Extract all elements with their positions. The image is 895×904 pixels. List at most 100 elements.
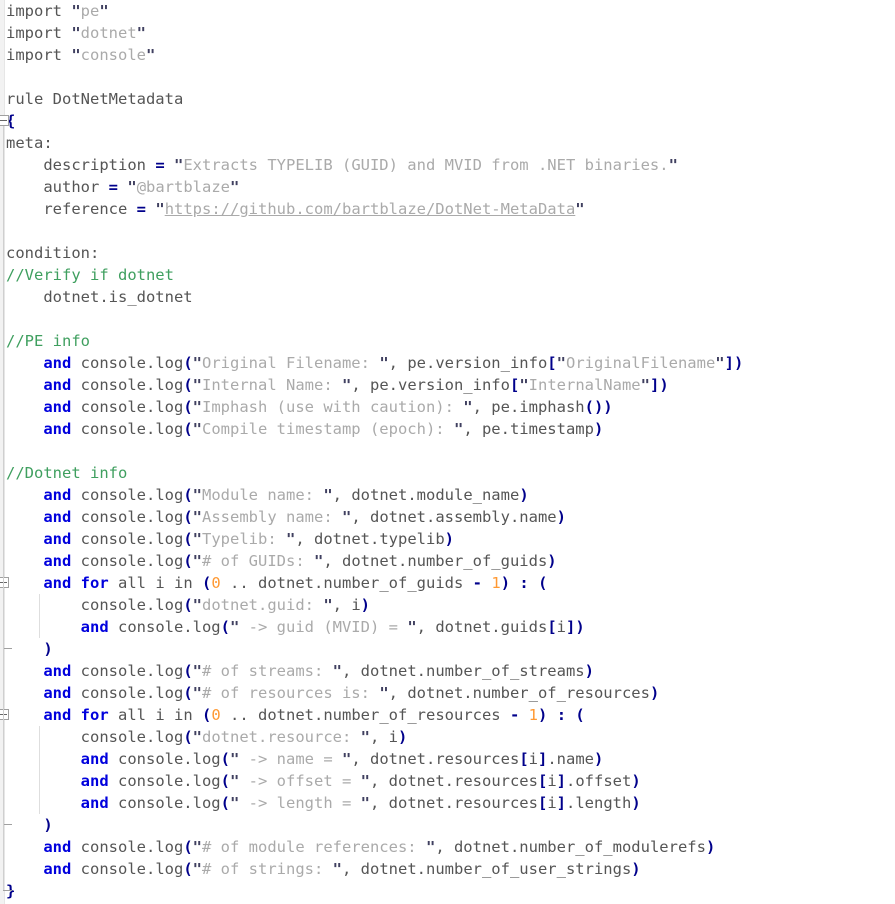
- code-line[interactable]: and console.log("# of resources is: ", d…: [0, 682, 895, 704]
- token-quote: ": [229, 794, 240, 812]
- token-plain: import: [6, 24, 72, 42]
- code-line[interactable]: and console.log(" -> offset = ", dotnet.…: [0, 770, 895, 792]
- token-quote: ": [136, 24, 147, 42]
- code-line[interactable]: dotnet.is_dotnet: [0, 286, 895, 308]
- token-str: InternalName: [528, 376, 641, 394]
- code-line[interactable]: //Verify if dotnet: [0, 264, 895, 286]
- token-plain: , dotnet.number_of_user_strings: [342, 860, 632, 878]
- token-kw: and: [43, 420, 72, 438]
- token-kw: and: [43, 552, 72, 570]
- token-quote: ": [332, 662, 342, 680]
- code-line[interactable]: console.log("dotnet.resource: ", i): [0, 726, 895, 748]
- code-line[interactable]: and console.log("Assembly name: ", dotne…: [0, 506, 895, 528]
- token-quote: ": [360, 772, 370, 790]
- token-str: pe: [80, 2, 100, 20]
- code-line[interactable]: console.log("dotnet.guid: ", i): [0, 594, 895, 616]
- token-punct: ): [397, 728, 408, 746]
- token-punct: ): [631, 772, 641, 790]
- token-str: console: [80, 46, 146, 64]
- fold-end-marker: [3, 824, 12, 825]
- fold-collapse-icon[interactable]: [0, 577, 9, 588]
- token-str: @bartblaze: [136, 178, 231, 196]
- token-plain: console.log: [71, 860, 184, 878]
- token-punct: (: [183, 508, 193, 526]
- code-line[interactable]: ): [0, 638, 895, 660]
- token-quote: ": [715, 354, 725, 372]
- code-line[interactable]: and console.log(" -> length = ", dotnet.…: [0, 792, 895, 814]
- token-quote: ": [192, 376, 202, 394]
- code-line[interactable]: and console.log(" -> name = ", dotnet.re…: [0, 748, 895, 770]
- token-punct: [: [547, 618, 557, 636]
- code-line[interactable]: import "pe": [0, 0, 895, 22]
- code-line[interactable]: //PE info: [0, 330, 895, 352]
- code-line[interactable]: [0, 220, 895, 242]
- code-line[interactable]: condition:: [0, 242, 895, 264]
- code-line[interactable]: and console.log(" -> guid (MVID) = ", do…: [0, 616, 895, 638]
- code-line[interactable]: import "console": [0, 44, 895, 66]
- token-punct: ): [547, 552, 557, 570]
- fold-collapse-icon[interactable]: [0, 115, 9, 126]
- code-line[interactable]: ): [0, 814, 895, 836]
- fold-end-marker: [3, 890, 12, 891]
- code-line[interactable]: and console.log("# of streams: ", dotnet…: [0, 660, 895, 682]
- code-line[interactable]: and console.log("Internal Name: ", pe.ve…: [0, 374, 895, 396]
- token-plain: import: [6, 2, 72, 20]
- token-kw: and: [43, 376, 72, 394]
- token-punct: ): [705, 838, 716, 856]
- token-plain: import: [6, 46, 72, 64]
- token-kw: and: [43, 574, 72, 592]
- token-plain: console.log: [108, 772, 221, 790]
- code-content[interactable]: import "pe" import "dotnet" import "consol…: [0, 0, 895, 904]
- code-line[interactable]: and console.log("Module name: ", dotnet.…: [0, 484, 895, 506]
- code-line[interactable]: [0, 66, 895, 88]
- code-line[interactable]: description = "Extracts TYPELIB (GUID) a…: [0, 154, 895, 176]
- token-plain: , dotnet.number_of_guids: [323, 552, 548, 570]
- code-line[interactable]: and console.log("# of GUIDs: ", dotnet.n…: [0, 550, 895, 572]
- code-line[interactable]: meta:: [0, 132, 895, 154]
- token-plain: console.log: [71, 530, 184, 548]
- code-line[interactable]: rule DotNetMetadata: [0, 88, 895, 110]
- code-line[interactable]: and for all i in (0 .. dotnet.number_of_…: [0, 704, 895, 726]
- code-line[interactable]: and console.log("Typelib: ", dotnet.type…: [0, 528, 895, 550]
- code-line[interactable]: reference = "https://github.com/bartblaz…: [0, 198, 895, 220]
- code-editor[interactable]: import "pe" import "dotnet" import "consol…: [0, 0, 895, 904]
- code-line[interactable]: import "dotnet": [0, 22, 895, 44]
- token-quote: ": [640, 376, 650, 394]
- token-str: # of GUIDs:: [202, 552, 314, 570]
- code-line[interactable]: and console.log("Original Filename: ", p…: [0, 352, 895, 374]
- token-kw: and: [43, 508, 72, 526]
- token-str: # of strings:: [202, 860, 333, 878]
- token-punct: [: [547, 354, 557, 372]
- code-line[interactable]: [0, 308, 895, 330]
- token-quote: ": [360, 728, 370, 746]
- token-str: Assembly name:: [202, 508, 342, 526]
- fold-collapse-icon[interactable]: [0, 709, 9, 720]
- token-str: Original Filename:: [202, 354, 380, 372]
- code-line[interactable]: {: [0, 110, 895, 132]
- code-line[interactable]: and console.log("Imphash (use with cauti…: [0, 396, 895, 418]
- token-punct: ): [631, 794, 641, 812]
- code-line[interactable]: //Dotnet info: [0, 462, 895, 484]
- code-line[interactable]: }: [0, 880, 895, 902]
- token-plain: console.log: [71, 838, 184, 856]
- token-punct: ): [556, 508, 566, 526]
- token-punct: (: [202, 574, 212, 592]
- token-op: :: [519, 574, 529, 592]
- code-line[interactable]: and console.log("Compile timestamp (epoc…: [0, 418, 895, 440]
- token-punct: ): [500, 574, 511, 592]
- code-line[interactable]: and for all i in (0 .. dotnet.number_of_…: [0, 572, 895, 594]
- token-quote: ": [192, 596, 202, 614]
- code-line[interactable]: [0, 440, 895, 462]
- token-quote: ": [127, 178, 137, 196]
- code-line[interactable]: and console.log("# of module references:…: [0, 836, 895, 858]
- token-plain: all i in: [108, 706, 202, 724]
- token-str: Compile timestamp (epoch):: [202, 420, 454, 438]
- token-plain: i: [547, 772, 557, 790]
- code-line[interactable]: author = "@bartblaze": [0, 176, 895, 198]
- code-line[interactable]: and console.log("# of strings: ", dotnet…: [0, 858, 895, 880]
- token-plain: console.log: [108, 618, 221, 636]
